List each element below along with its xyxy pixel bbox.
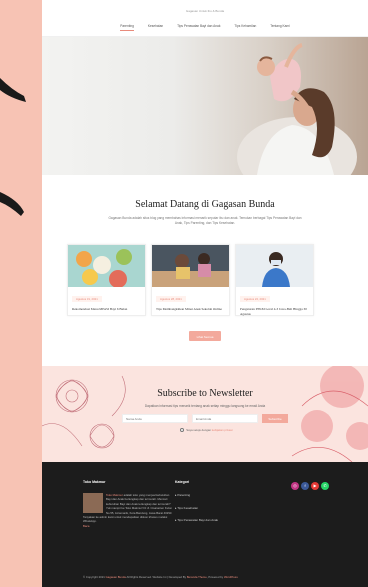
post-thumbnail-study — [152, 245, 229, 287]
mother-baby-illustration — [237, 43, 357, 175]
subscribe-button[interactable]: Subscribe — [262, 414, 288, 423]
post-cards: Agustus 31, 2021 Rekomendasi Menu MPASI … — [42, 244, 368, 316]
site-footer: Toko Makmur Toko Makmur adalah toko yang… — [42, 462, 368, 587]
category-item[interactable]: ▸ Parenting — [175, 493, 255, 497]
whatsapp-icon[interactable]: ✆ — [321, 482, 329, 490]
post-thumbnail-mask — [236, 245, 313, 287]
post-card[interactable]: Agustus 31, 2021 Rekomendasi Menu MPASI … — [67, 244, 146, 316]
store-link[interactable]: Toko Makmur — [106, 493, 123, 497]
newsletter-section: Subscribe to Newsletter Dapatkan informa… — [42, 366, 368, 462]
agree-checkbox[interactable] — [179, 428, 184, 433]
footer-about: Toko Makmur Toko Makmur adalah toko yang… — [83, 480, 173, 528]
post-card[interactable]: Agustus 28, 2021 Tips Membangkitkan Mina… — [151, 244, 230, 316]
wordpress-link[interactable]: WordPress — [224, 575, 238, 579]
welcome-text: Gagasan Bunda adalah situs blog yang mem… — [108, 216, 302, 225]
category-item[interactable]: ▸ Tips Kesehatan — [175, 506, 255, 510]
post-date: Agustus 28, 2021 — [156, 296, 186, 302]
nav-item-tips-perawatan[interactable]: Tips Perawatan Bayi dan Anak — [177, 22, 220, 30]
nav-item-tips-kehamilan[interactable]: Tips Kehamilan — [234, 22, 256, 30]
nav-item-kesehatan[interactable]: Kesehatan — [148, 22, 163, 30]
read-more-link[interactable]: Baca — [83, 524, 173, 528]
post-title[interactable]: Tips Membangkitkan Minat Anak Sekolah On… — [152, 305, 229, 314]
welcome-title: Selamat Datang di Gagasan Bunda — [135, 199, 275, 210]
developer-link[interactable]: Beranda Theme — [187, 575, 207, 579]
nav-item-tentang-kami[interactable]: Tentang Kami — [270, 22, 290, 30]
nav-item-parenting[interactable]: Parenting — [120, 22, 134, 31]
agree-label: Saya setuju dengan — [186, 428, 212, 432]
post-thumbnail-food — [68, 245, 145, 287]
page-container: Gagasan Untuk Ibu & Bunda Parenting Kese… — [42, 0, 368, 587]
social-icons: ◎ f ▶ ✆ — [291, 482, 329, 490]
category-item[interactable]: ▸ Tips Perawatan Bayi dan Anak — [175, 518, 255, 522]
main-nav: Parenting Kesehatan Tips Perawatan Bayi … — [42, 16, 368, 37]
newsletter-title: Subscribe to Newsletter — [157, 388, 253, 399]
see-all-button[interactable]: Lihat Semua — [189, 331, 221, 341]
footer-about-title: Toko Makmur — [83, 480, 106, 484]
post-date: Agustus 31, 2021 — [72, 296, 102, 302]
post-title[interactable]: Pengaturan PPKM Level 4-3 Jawa-Bali Hing… — [236, 305, 313, 318]
instagram-icon[interactable]: ◎ — [291, 482, 299, 490]
email-input[interactable] — [192, 414, 258, 423]
post-date: Agustus 22, 2021 — [240, 296, 270, 302]
footer-category-title: Kategori — [175, 480, 190, 484]
brand-link[interactable]: Gagasan Bunda — [106, 575, 126, 579]
name-input[interactable] — [122, 414, 188, 423]
facebook-icon[interactable]: f — [301, 482, 309, 490]
post-card[interactable]: Agustus 22, 2021 Pengaturan PPKM Level 4… — [235, 244, 314, 316]
copyright: © Copyright 2021 Gagasan Bunda All Right… — [83, 575, 238, 579]
brush-stroke-decoration — [0, 78, 26, 216]
youtube-icon[interactable]: ▶ — [311, 482, 319, 490]
post-title[interactable]: Rekomendasi Menu MPASI Bayi 6 Bulan — [68, 305, 145, 314]
store-avatar — [83, 493, 103, 513]
hero-image — [42, 37, 368, 175]
privacy-agreement: Saya setuju dengan kebijakan privasi — [42, 428, 368, 433]
newsletter-text: Dapatkan informasi tips menarik tentang … — [144, 404, 266, 408]
privacy-link[interactable]: kebijakan privasi — [212, 428, 233, 432]
site-tagline: Gagasan Untuk Ibu & Bunda — [185, 9, 225, 13]
footer-categories: Kategori ▸ Parenting ▸ Tips Kesehatan ▸ … — [175, 480, 255, 531]
